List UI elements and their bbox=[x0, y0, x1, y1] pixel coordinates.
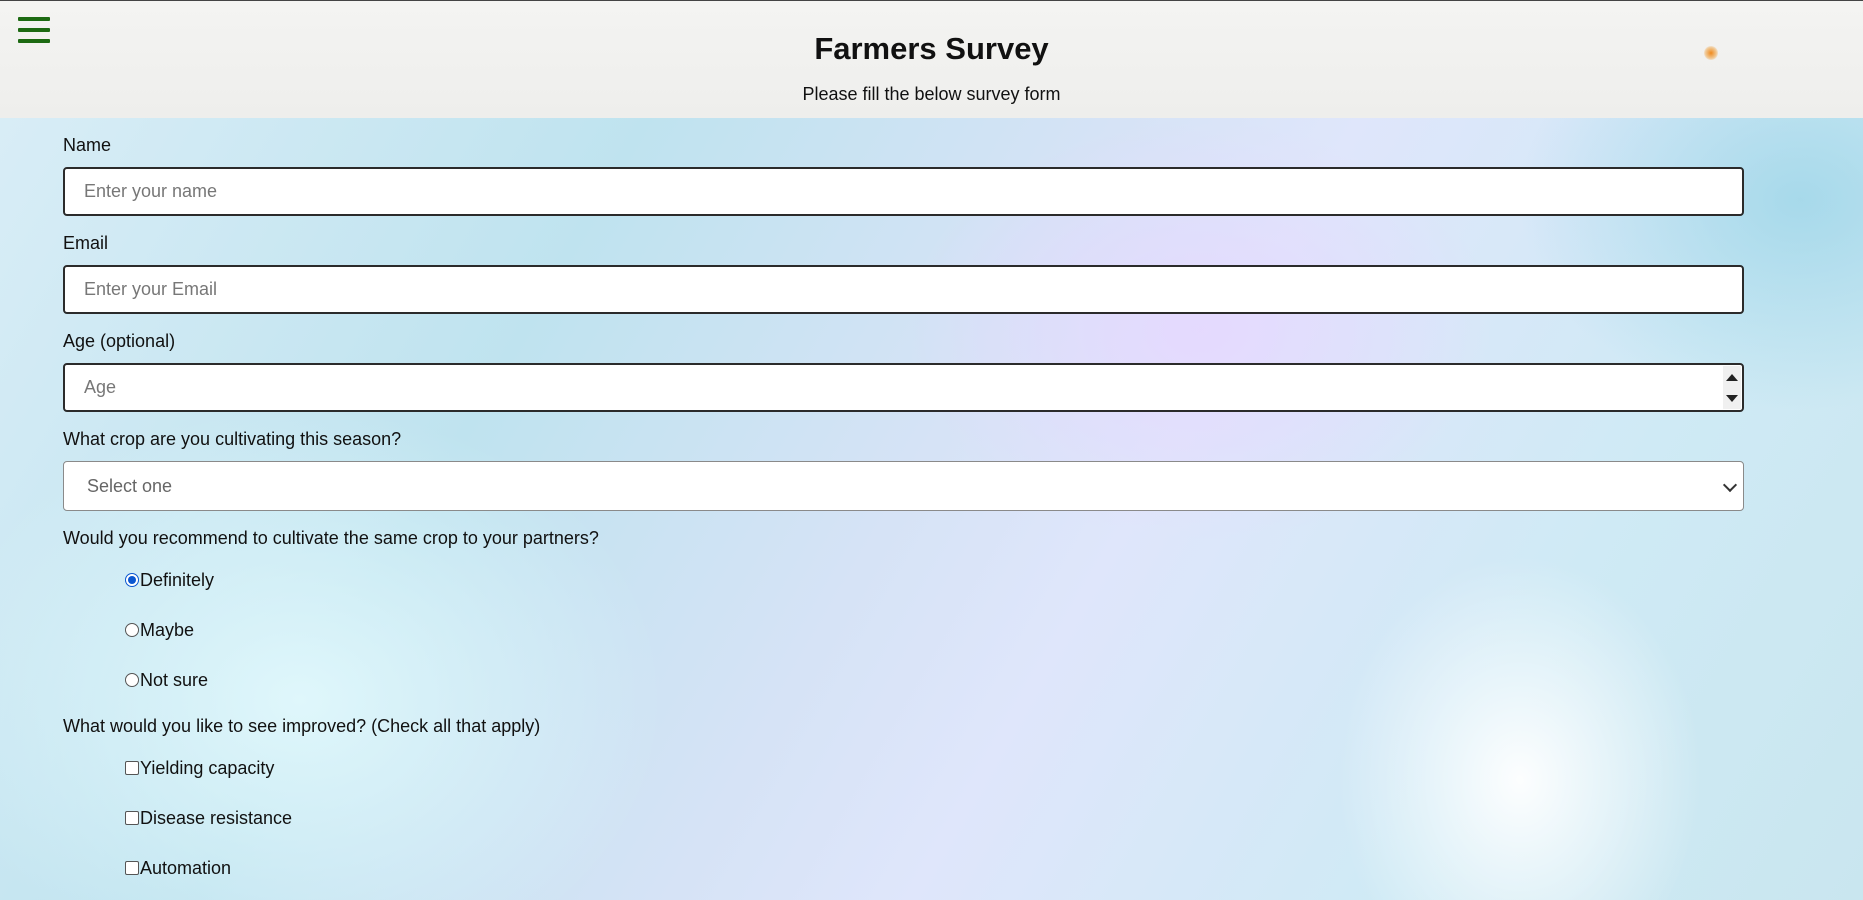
checkbox-label-automation: Automation bbox=[140, 858, 232, 878]
menu-bar-top bbox=[18, 17, 50, 21]
email-label: Email bbox=[63, 233, 109, 253]
checkbox-yielding-capacity[interactable] bbox=[125, 761, 139, 775]
survey-form: Name Email Age (optional) What crop are … bbox=[63, 118, 1744, 895]
recommend-radio-group: Definitely Maybe Not sure bbox=[63, 557, 1744, 707]
spin-up-arrow-icon[interactable] bbox=[1726, 374, 1738, 381]
checkbox-option-disease-resistance[interactable]: Disease resistance bbox=[125, 795, 1744, 845]
age-label: Age (optional) bbox=[63, 331, 176, 351]
spin-down-arrow-icon[interactable] bbox=[1726, 395, 1738, 402]
page-title: Farmers Survey bbox=[814, 31, 1049, 66]
checkbox-disease-resistance[interactable] bbox=[125, 811, 139, 825]
radio-label-definitely: Definitely bbox=[140, 570, 215, 590]
page-header: Farmers Survey Please fill the below sur… bbox=[0, 0, 1863, 118]
checkbox-option-automation[interactable]: Automation bbox=[125, 845, 1744, 895]
radio-label-maybe: Maybe bbox=[140, 620, 195, 640]
crop-select[interactable]: Select one bbox=[63, 461, 1744, 511]
radio-button-not-sure[interactable] bbox=[125, 673, 139, 687]
age-spinner[interactable] bbox=[1723, 366, 1741, 409]
radio-button-maybe[interactable] bbox=[125, 623, 139, 637]
chevron-down-icon bbox=[1722, 477, 1738, 493]
radio-option-not-sure[interactable]: Not sure bbox=[125, 657, 1744, 707]
page-subtitle: Please fill the below survey form bbox=[802, 84, 1061, 104]
improve-label: What would you like to see improved? (Ch… bbox=[63, 716, 541, 736]
name-label: Name bbox=[63, 135, 112, 155]
radio-option-maybe[interactable]: Maybe bbox=[125, 607, 1744, 657]
checkbox-option-yielding-capacity[interactable]: Yielding capacity bbox=[125, 745, 1744, 795]
checkbox-label-yielding-capacity: Yielding capacity bbox=[140, 758, 275, 778]
checkbox-label-disease-resistance: Disease resistance bbox=[140, 808, 293, 828]
radio-button-definitely[interactable] bbox=[125, 573, 139, 587]
email-input[interactable] bbox=[63, 265, 1744, 314]
crop-select-value: Select one bbox=[87, 476, 173, 496]
recommend-label: Would you recommend to cultivate the sam… bbox=[63, 528, 599, 548]
checkbox-automation[interactable] bbox=[125, 861, 139, 875]
radio-option-definitely[interactable]: Definitely bbox=[125, 557, 1744, 607]
radio-label-not-sure: Not sure bbox=[140, 670, 209, 690]
crop-label: What crop are you cultivating this seaso… bbox=[63, 429, 402, 449]
name-input[interactable] bbox=[63, 167, 1744, 216]
improve-checkbox-group: Yielding capacity Disease resistance Aut… bbox=[63, 745, 1744, 895]
age-field bbox=[63, 363, 1744, 412]
age-input[interactable] bbox=[63, 363, 1744, 412]
